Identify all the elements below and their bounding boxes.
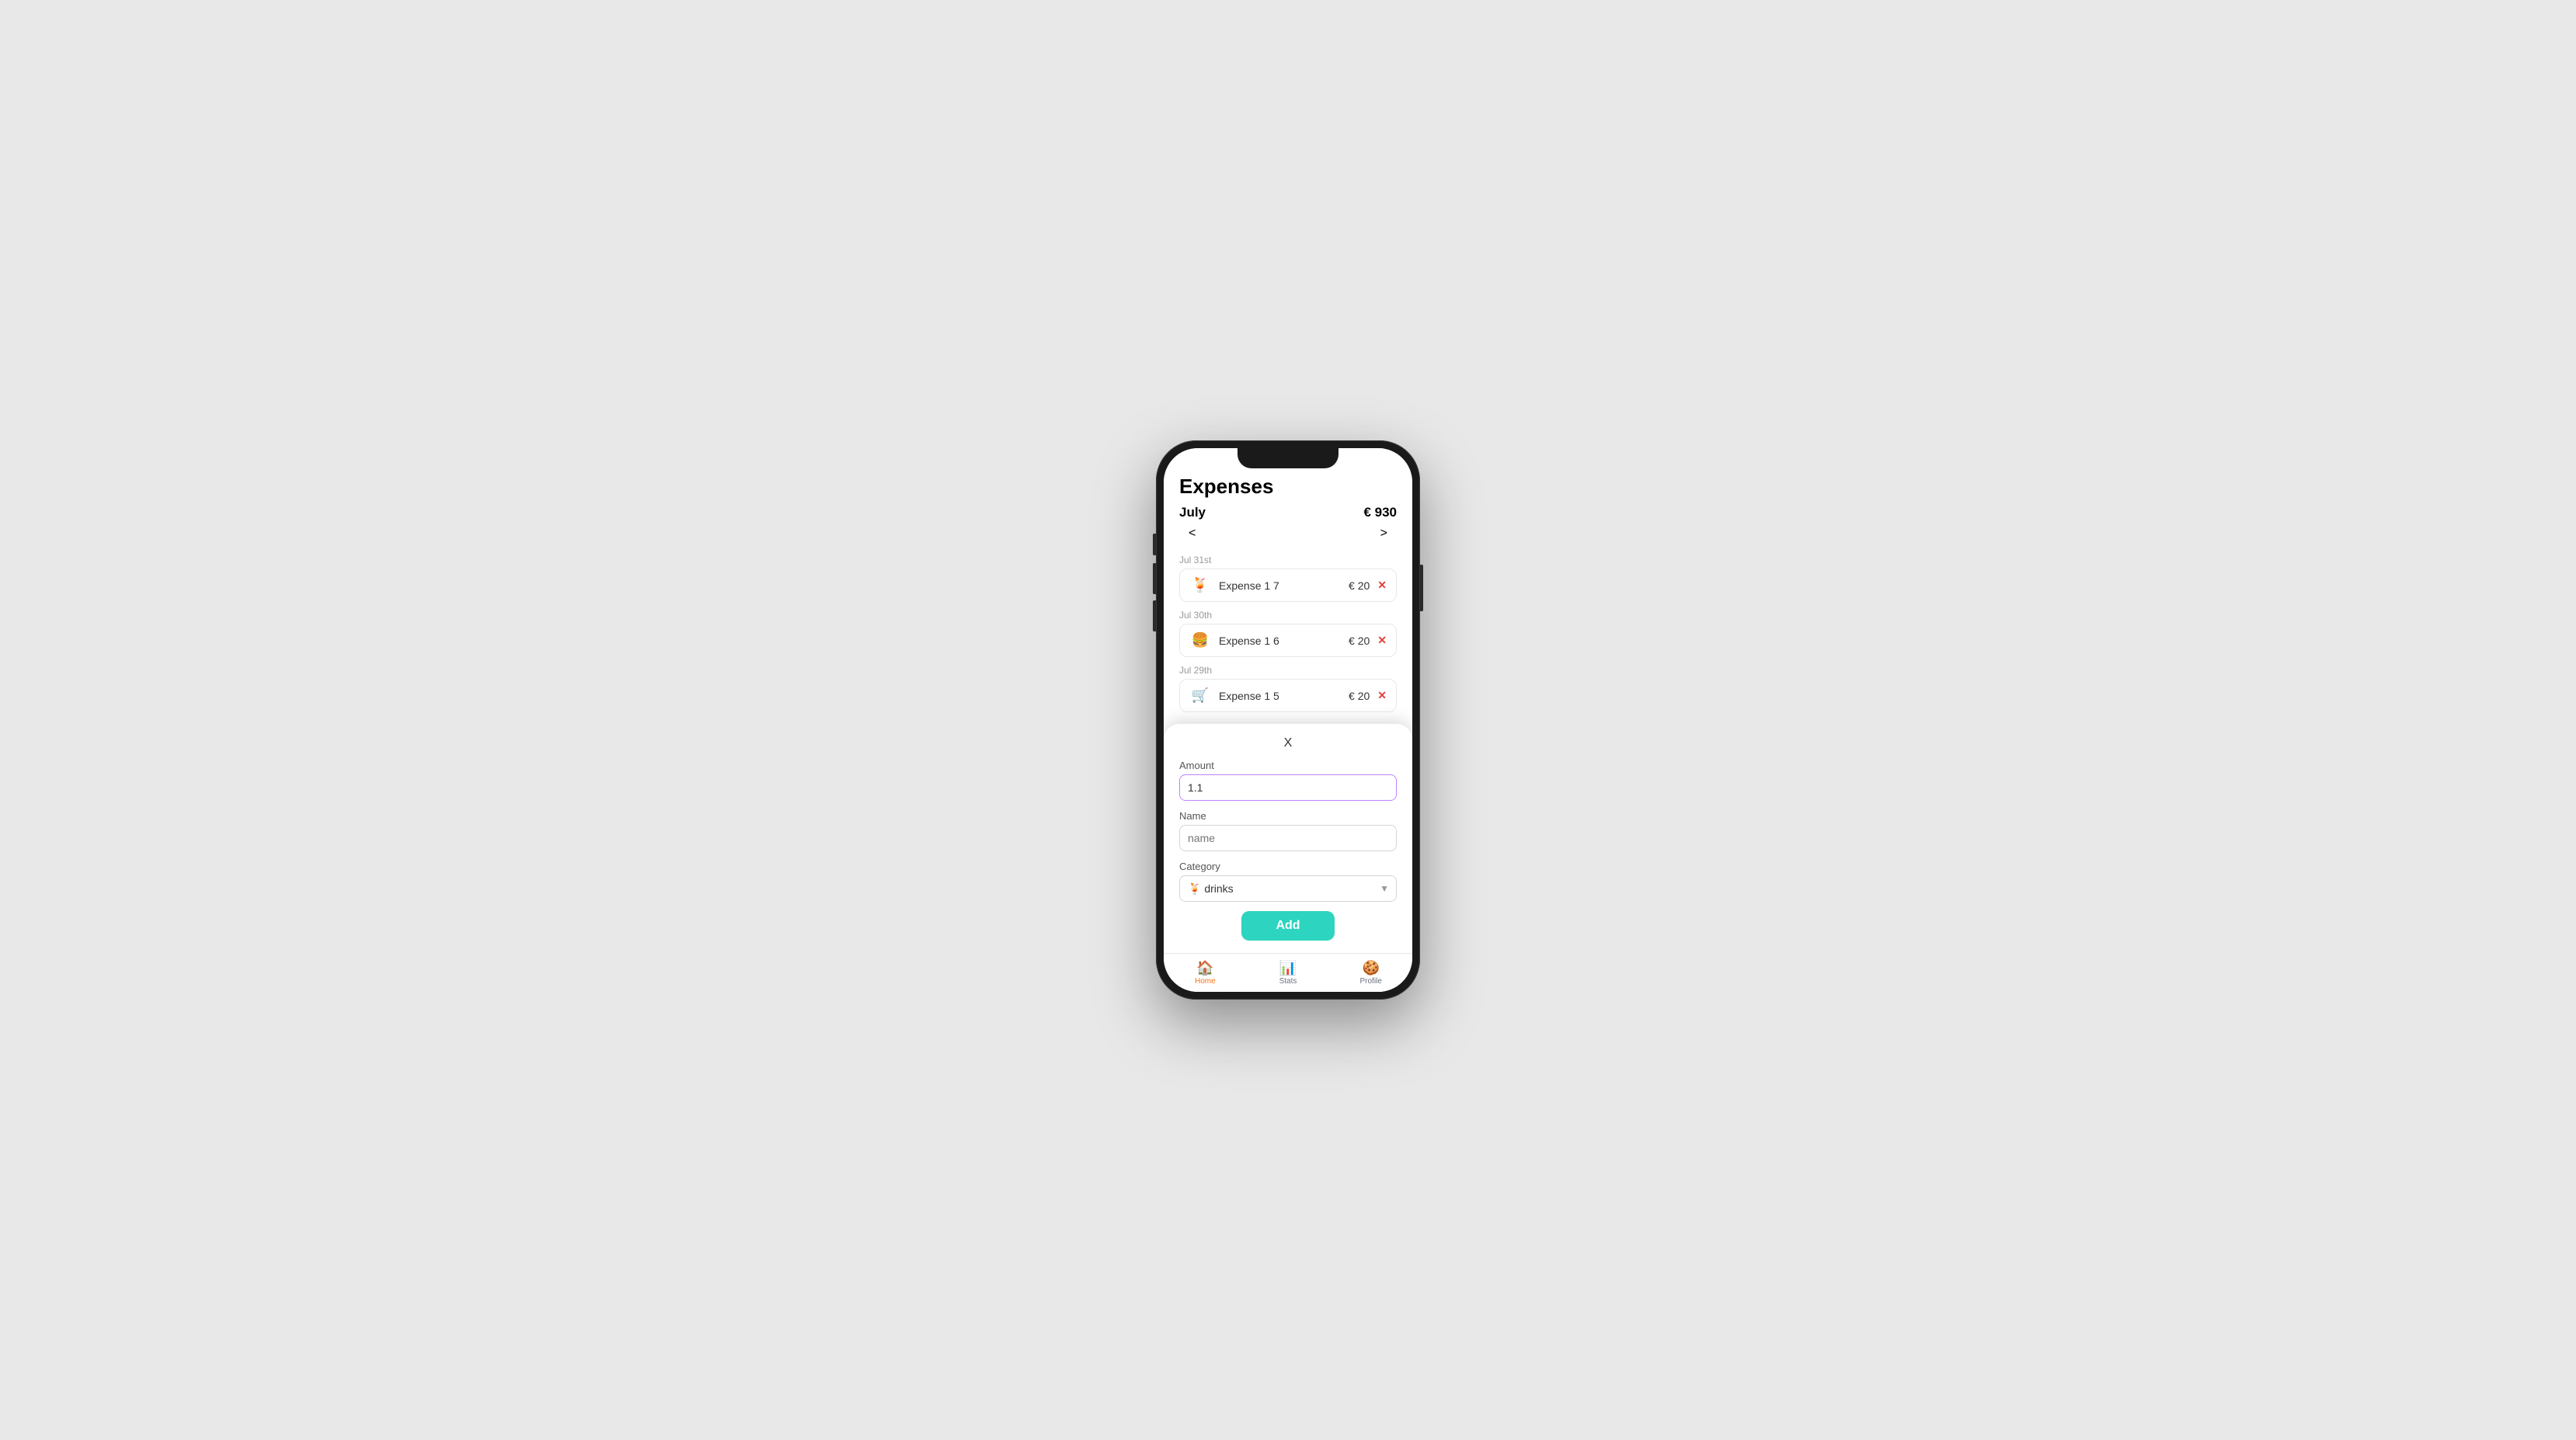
nav-item-stats[interactable]: 📊 Stats [1247,960,1330,986]
amount-input[interactable] [1179,774,1397,801]
table-row: 🛒 Expense 1 5 € 20 ✕ [1179,679,1397,712]
nav-row: < > [1179,523,1397,544]
category-label: Category [1179,861,1397,872]
name-label: Name [1179,810,1397,822]
expense-group-1: Jul 30th 🍔 Expense 1 6 € 20 ✕ [1179,610,1397,657]
amount-form-group: Amount [1179,760,1397,801]
bottom-nav: 🏠 Home 📊 Stats 🍪 Profile [1164,953,1412,992]
nav-label-profile: Profile [1360,977,1382,986]
nav-label-stats: Stats [1279,977,1297,986]
screen: Expenses July € 930 < > Jul 31st 🍹 Expen… [1164,448,1412,992]
nav-label-home: Home [1195,977,1216,986]
expense-icon-2: 🛒 [1189,687,1211,704]
stats-icon: 📊 [1279,960,1297,976]
delete-expense-2-button[interactable]: ✕ [1377,689,1387,702]
profile-icon: 🍪 [1362,960,1379,976]
month-total: € 930 [1363,505,1397,520]
notch [1238,448,1338,468]
expense-name-1: Expense 1 6 [1219,635,1349,647]
nav-item-home[interactable]: 🏠 Home [1164,960,1247,986]
phone-frame: Expenses July € 930 < > Jul 31st 🍹 Expen… [1156,440,1420,1000]
expense-name-2: Expense 1 5 [1219,690,1349,702]
category-select[interactable]: 🍹 drinks 🍔 food 🛒 shopping 🚗 transport o… [1179,875,1397,902]
expense-icon-0: 🍹 [1189,577,1211,593]
expense-icon-1: 🍔 [1189,632,1211,649]
next-month-button[interactable]: > [1374,523,1394,544]
modal-close-button[interactable]: X [1179,736,1397,750]
expense-name-0: Expense 1 7 [1219,579,1349,592]
nav-item-profile[interactable]: 🍪 Profile [1329,960,1412,986]
name-form-group: Name [1179,810,1397,851]
add-expense-button[interactable]: Add [1241,911,1335,941]
table-row: 🍔 Expense 1 6 € 20 ✕ [1179,624,1397,657]
expense-amount-0: € 20 [1349,579,1370,592]
table-row: 🍹 Expense 1 7 € 20 ✕ [1179,569,1397,602]
amount-label: Amount [1179,760,1397,771]
month-row: July € 930 [1179,505,1397,520]
expense-group-0: Jul 31st 🍹 Expense 1 7 € 20 ✕ [1179,555,1397,602]
phone-btn-mute [1153,534,1156,555]
phone-btn-vol-up [1153,563,1156,594]
delete-expense-1-button[interactable]: ✕ [1377,634,1387,647]
expense-amount-2: € 20 [1349,690,1370,702]
date-label-1: Jul 30th [1179,610,1397,621]
phone-btn-power [1420,565,1423,611]
delete-expense-0-button[interactable]: ✕ [1377,579,1387,592]
category-select-wrapper: 🍹 drinks 🍔 food 🛒 shopping 🚗 transport o… [1179,875,1397,902]
date-label-0: Jul 31st [1179,555,1397,565]
phone-screen: Expenses July € 930 < > Jul 31st 🍹 Expen… [1164,448,1412,992]
home-icon: 🏠 [1196,960,1213,976]
add-expense-modal: X Amount Name Category 🍹 drinks 🍔 food [1164,724,1412,953]
name-input[interactable] [1179,825,1397,851]
category-form-group: Category 🍹 drinks 🍔 food 🛒 shopping 🚗 tr… [1179,861,1397,902]
month-label: July [1179,505,1206,520]
expense-amount-1: € 20 [1349,635,1370,647]
date-label-2: Jul 29th [1179,665,1397,676]
prev-month-button[interactable]: < [1182,523,1202,544]
phone-btn-vol-down [1153,600,1156,631]
page-title: Expenses [1179,475,1397,499]
expense-group-2: Jul 29th 🛒 Expense 1 5 € 20 ✕ [1179,665,1397,712]
